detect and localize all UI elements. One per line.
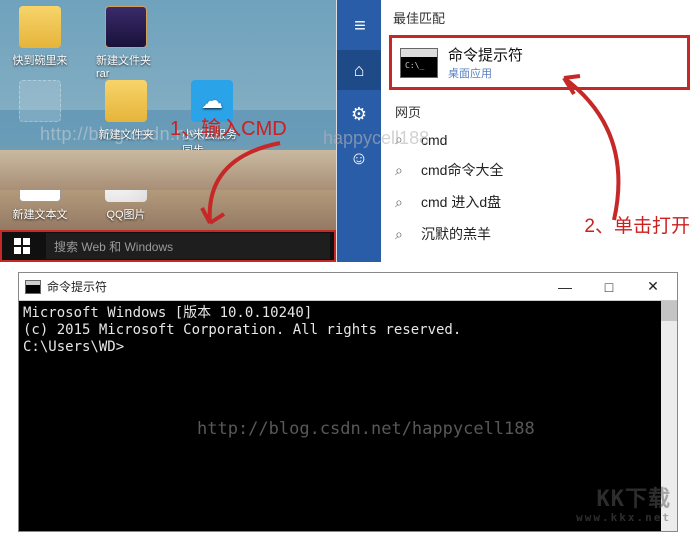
taskbar: 搜索 Web 和 Windows (0, 230, 336, 262)
scrollbar-thumb[interactable] (661, 301, 677, 321)
annotation-step2: 2、单击打开 (584, 211, 690, 238)
home-icon[interactable]: ⌂ (337, 50, 381, 90)
cmd-titlebar-icon (25, 280, 41, 294)
console-line: Microsoft Windows [版本 10.0.10240] (23, 305, 673, 322)
console-prompt: C:\Users\WD> (23, 339, 673, 356)
search-placeholder: 搜索 Web 和 Windows (54, 238, 173, 255)
result-text: cmd 进入d盘 (421, 192, 501, 212)
close-button[interactable]: ✕ (631, 273, 675, 301)
icon-label: 新建文件夹rar (96, 52, 156, 80)
desktop-icon[interactable] (10, 80, 70, 158)
cmd-app-icon (400, 48, 438, 78)
result-text: cmd命令大全 (421, 160, 503, 180)
web-section-label: 网页 (381, 98, 698, 125)
search-icon: ⌕ (395, 194, 411, 211)
best-match-item[interactable]: 命令提示符 桌面应用 (389, 35, 690, 90)
cmd-window: 命令提示符 — □ ✕ Microsoft Windows [版本 10.0.1… (18, 272, 678, 532)
folder-icon (19, 6, 61, 48)
desktop-icon[interactable]: 新建文件夹rar (96, 6, 156, 80)
result-text: 沉默的羔羊 (421, 224, 491, 244)
start-button[interactable] (2, 230, 42, 262)
best-match-title: 命令提示符 (448, 44, 523, 65)
minimize-button[interactable]: — (543, 273, 587, 301)
console-output[interactable]: Microsoft Windows [版本 10.0.10240] (c) 20… (19, 301, 677, 531)
windows-logo-icon (14, 238, 30, 254)
best-match-subtitle: 桌面应用 (448, 65, 523, 81)
desktop-icon[interactable]: QQ图片 (96, 160, 156, 222)
qq-icon (105, 160, 147, 202)
desktop-icon[interactable]: 新建文本文 (10, 160, 70, 222)
desktop-icon[interactable]: 新建文件夹 (96, 80, 156, 158)
watermark-text: http://blog.csdn.net/happycell188 (197, 419, 535, 439)
arrow-annotation-icon (200, 138, 336, 233)
icon-label: QQ图片 (106, 206, 145, 222)
taskbar-search-input[interactable]: 搜索 Web 和 Windows (46, 233, 330, 259)
watermark-text: happycell188 (323, 128, 429, 149)
search-icon: ⌕ (395, 226, 411, 243)
kkx-watermark: KK下载 www.kkx.net (576, 491, 671, 527)
kkx-sub: www.kkx.net (576, 509, 671, 527)
desktop-icon[interactable]: 快到碗里来 (10, 6, 70, 80)
console-line: (c) 2015 Microsoft Corporation. All righ… (23, 322, 673, 339)
rar-icon (105, 6, 147, 48)
annotation-step1: 1、输入CMD (170, 112, 287, 141)
blank-icon (19, 80, 61, 122)
search-results-panel: ≡ ⌂ ⚙ ☺ 最佳匹配 命令提示符 桌面应用 网页 ⌕cmd ⌕cmd命令大全… (336, 0, 698, 262)
maximize-button[interactable]: □ (587, 273, 631, 301)
results-header: 最佳匹配 (381, 0, 698, 33)
desktop-wallpaper: 快到碗里来 新建文件夹rar 新建文件夹 ☁小米云服务同步 新建文本文 QQ图片… (0, 0, 336, 262)
window-titlebar[interactable]: 命令提示符 — □ ✕ (19, 273, 677, 301)
search-result-row[interactable]: ⌕ cmd命令大全 (381, 154, 698, 186)
folder-icon (105, 80, 147, 122)
icon-label: 快到碗里来 (13, 52, 68, 68)
text-file-icon (19, 160, 61, 202)
window-title: 命令提示符 (47, 278, 107, 295)
hamburger-icon[interactable]: ≡ (337, 6, 381, 46)
search-icon: ⌕ (395, 162, 411, 179)
icon-label: 新建文本文 (13, 206, 68, 222)
